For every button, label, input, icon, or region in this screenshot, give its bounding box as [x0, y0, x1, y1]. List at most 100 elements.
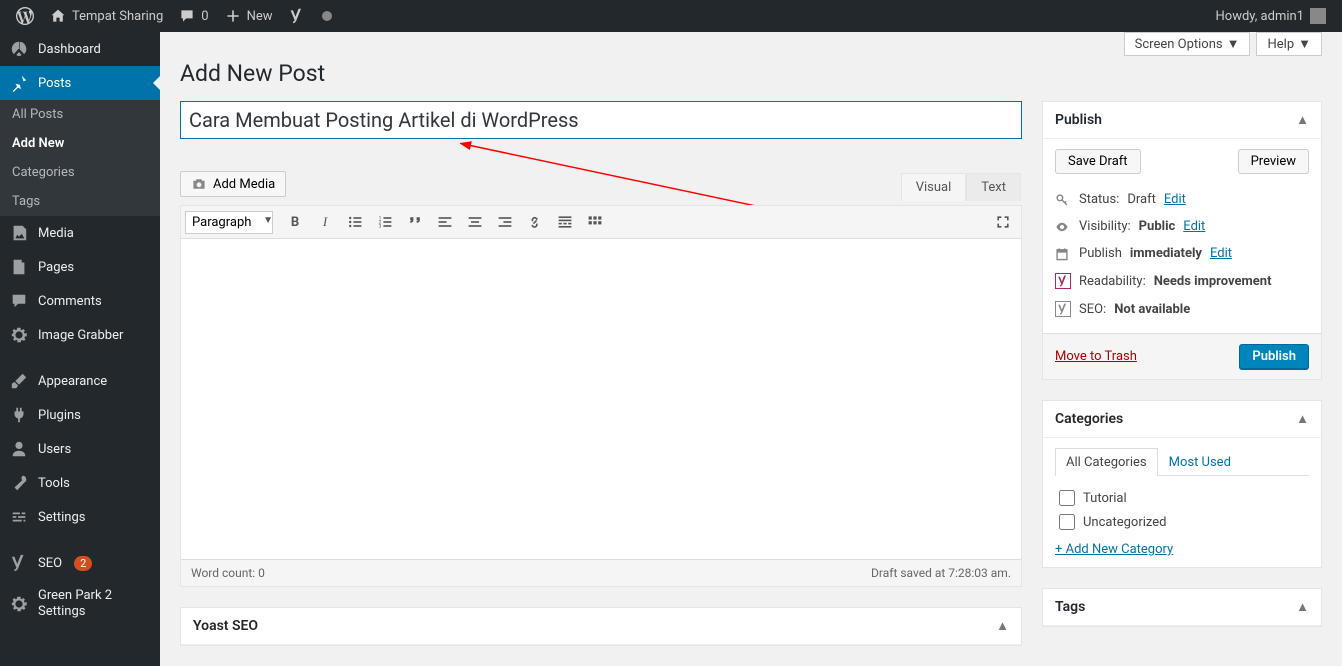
topbar-account[interactable]: Howdy, admin1: [1208, 0, 1335, 32]
howdy-text: Howdy, admin1: [1216, 9, 1305, 24]
edit-status-link[interactable]: Edit: [1164, 192, 1186, 207]
sidebar-item-image-grabber[interactable]: Image Grabber: [0, 318, 160, 352]
yoast-panel-header[interactable]: Yoast SEO ▲: [181, 608, 1021, 645]
blockquote-button[interactable]: [401, 208, 429, 236]
publish-label: Publish: [1079, 246, 1122, 261]
visibility-value: Public: [1139, 219, 1176, 234]
publish-button[interactable]: Publish: [1239, 344, 1309, 369]
toolbar-toggle-button[interactable]: [581, 208, 609, 236]
screen-options-button[interactable]: Screen Options ▼: [1124, 32, 1251, 56]
submenu-add-new[interactable]: Add New: [0, 129, 160, 158]
add-media-label: Add Media: [213, 177, 275, 192]
help-button[interactable]: Help ▼: [1256, 32, 1322, 56]
category-checkbox-tutorial[interactable]: Tutorial: [1059, 486, 1305, 510]
publish-panel-header[interactable]: Publish ▲: [1043, 102, 1321, 139]
edit-visibility-link[interactable]: Edit: [1183, 219, 1205, 234]
align-center-button[interactable]: [461, 208, 489, 236]
page-icon: [10, 258, 30, 276]
camera-icon: [191, 176, 207, 192]
italic-button[interactable]: I: [311, 208, 339, 236]
sidebar-item-plugins[interactable]: Plugins: [0, 398, 160, 432]
sidebar-item-tools[interactable]: Tools: [0, 466, 160, 500]
topbar-comments[interactable]: 0: [171, 0, 216, 32]
sidebar-label: Green Park 2 Settings: [38, 588, 152, 619]
category-label: Uncategorized: [1083, 515, 1166, 530]
sidebar-label: Comments: [38, 294, 102, 309]
cat-tab-all[interactable]: All Categories: [1055, 448, 1158, 476]
topbar-new[interactable]: New: [217, 0, 281, 32]
sidebar-item-seo[interactable]: SEO2: [0, 546, 160, 580]
chevron-up-icon[interactable]: ▲: [1296, 411, 1309, 427]
avatar: [1310, 8, 1326, 24]
new-label: New: [247, 9, 273, 24]
submenu-categories[interactable]: Categories: [0, 158, 160, 187]
bullet-list-button[interactable]: [341, 208, 369, 236]
screen-options-label: Screen Options: [1135, 37, 1223, 52]
sidebar-item-appearance[interactable]: Appearance: [0, 364, 160, 398]
category-label: Tutorial: [1083, 491, 1127, 506]
sidebar-label: Posts: [38, 76, 71, 91]
cat-tab-most-used[interactable]: Most Used: [1158, 448, 1242, 476]
numbered-list-button[interactable]: 123: [371, 208, 399, 236]
gear-icon: [10, 326, 30, 344]
link-button[interactable]: [521, 208, 549, 236]
sidebar-item-users[interactable]: Users: [0, 432, 160, 466]
sidebar-label: Dashboard: [38, 42, 101, 57]
readmore-button[interactable]: [551, 208, 579, 236]
gear-icon: [10, 595, 30, 613]
sidebar-item-media[interactable]: Media: [0, 216, 160, 250]
editor-toolbar: Paragraph▼ B I 123: [181, 206, 1021, 239]
submenu-all-posts[interactable]: All Posts: [0, 100, 160, 129]
editor-content-area[interactable]: [181, 239, 1021, 559]
seo-value: Not available: [1114, 302, 1190, 317]
align-left-button[interactable]: [431, 208, 459, 236]
sidebar-item-settings[interactable]: Settings: [0, 500, 160, 534]
fullscreen-button[interactable]: [989, 208, 1017, 236]
preview-button[interactable]: Preview: [1238, 149, 1309, 174]
move-to-trash-link[interactable]: Move to Trash: [1055, 349, 1137, 364]
bold-button[interactable]: B: [281, 208, 309, 236]
sidebar-item-pages[interactable]: Pages: [0, 250, 160, 284]
readability-label: Readability:: [1079, 274, 1146, 289]
sidebar-label: Plugins: [38, 408, 81, 423]
sidebar-label: Media: [38, 226, 74, 241]
submenu-tags[interactable]: Tags: [0, 187, 160, 216]
post-title-input[interactable]: [180, 101, 1022, 139]
publish-panel-title: Publish: [1055, 112, 1102, 128]
wrench-icon: [10, 474, 30, 492]
chevron-up-icon[interactable]: ▲: [1296, 112, 1309, 128]
sidebar-label: Tools: [38, 476, 70, 491]
admin-topbar: Tempat Sharing 0 New Howdy, admin1: [0, 0, 1342, 32]
wp-logo[interactable]: [8, 0, 42, 32]
tags-panel-title: Tags: [1055, 599, 1085, 615]
seo-label: SEO:: [1079, 302, 1106, 317]
sidebar-item-comments[interactable]: Comments: [0, 284, 160, 318]
save-draft-button[interactable]: Save Draft: [1055, 149, 1141, 174]
topbar-site-link[interactable]: Tempat Sharing: [42, 0, 171, 32]
format-select[interactable]: Paragraph: [185, 211, 273, 234]
word-count: Word count: 0: [191, 566, 265, 580]
topbar-dot[interactable]: [313, 0, 341, 32]
editor-text-tab[interactable]: Text: [966, 173, 1021, 201]
topbar-yoast[interactable]: [281, 0, 313, 32]
chevron-up-icon[interactable]: ▲: [1296, 599, 1309, 615]
yoast-icon: [289, 8, 305, 24]
sidebar-item-dashboard[interactable]: Dashboard: [0, 32, 160, 66]
checkbox[interactable]: [1059, 490, 1075, 506]
chevron-up-icon[interactable]: ▲: [996, 618, 1009, 634]
add-category-link[interactable]: + Add New Category: [1055, 542, 1173, 557]
edit-publish-link[interactable]: Edit: [1210, 246, 1232, 261]
add-media-button[interactable]: Add Media: [180, 171, 286, 197]
sidebar-label: Settings: [38, 510, 85, 525]
category-checkbox-uncategorized[interactable]: Uncategorized: [1059, 510, 1305, 534]
checkbox[interactable]: [1059, 514, 1075, 530]
sidebar-item-greenpark[interactable]: Green Park 2 Settings: [0, 580, 160, 627]
align-right-button[interactable]: [491, 208, 519, 236]
tags-panel-header[interactable]: Tags ▲: [1043, 589, 1321, 626]
sidebar-item-posts[interactable]: Posts: [0, 66, 160, 100]
categories-panel-header[interactable]: Categories ▲: [1043, 401, 1321, 438]
yoast-panel-title: Yoast SEO: [193, 618, 258, 634]
sidebar-label: Pages: [38, 260, 74, 275]
editor-visual-tab[interactable]: Visual: [901, 173, 967, 201]
brush-icon: [10, 372, 30, 390]
